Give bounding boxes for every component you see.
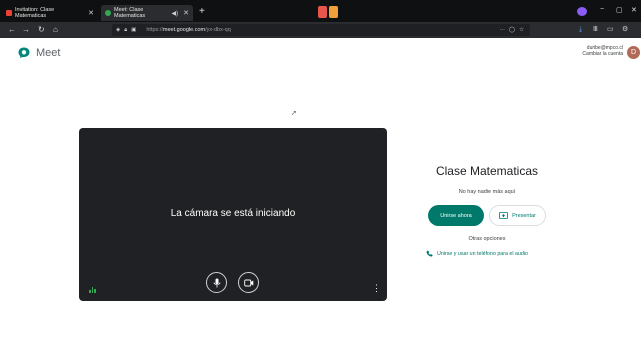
address-bar[interactable]: ◈ 🔒︎ ▣ https://meet.google.com/yx-dbx-qq… [112, 24, 530, 36]
camera-status-text: La cámara se está iniciando [170, 208, 296, 219]
microphone-icon [213, 278, 220, 287]
page-actions-icon[interactable]: ··· [499, 27, 505, 33]
meet-logo-icon [18, 47, 30, 58]
meeting-title: Clase Matematicas [435, 164, 539, 178]
camera-permission-icon[interactable]: ▣ [131, 27, 136, 33]
reload-icon[interactable]: ↻ [38, 24, 45, 36]
lock-icon[interactable]: 🔒︎ [124, 27, 127, 34]
extension-icon[interactable] [329, 6, 338, 18]
meeting-status: No hay nadie más aquí [458, 189, 516, 195]
join-now-button[interactable]: Unirse ahora [428, 205, 484, 226]
present-button[interactable]: Presentar [489, 205, 546, 226]
switch-account-link[interactable]: Cambiar la cuenta [567, 51, 623, 57]
close-window-button[interactable]: ✕ [631, 6, 637, 14]
avatar[interactable]: D [627, 46, 640, 59]
account-info[interactable]: duribe@mpco.cl Cambiar la cuenta [567, 45, 623, 57]
maximize-button[interactable]: ▢ [616, 6, 623, 14]
close-tab-icon[interactable]: ✕ [88, 9, 98, 17]
bookmark-star-icon[interactable]: ☆ [519, 27, 530, 33]
menu-icon[interactable]: ⚙ [622, 24, 628, 36]
url-text: https://meet.google.com/yx-dbx-qq [146, 27, 230, 33]
url-path: /yx-dbx-qq [205, 27, 231, 33]
new-tab-button[interactable]: + [199, 6, 205, 18]
microphone-toggle-button[interactable] [206, 272, 227, 293]
extension-icons[interactable] [318, 6, 340, 18]
present-label: Presentar [512, 212, 536, 219]
tab-invitation[interactable]: Invitation: Clase Matematicas ✕ [6, 6, 98, 20]
url-host: meet.google.com [162, 27, 206, 33]
sidebar-icon[interactable]: ▭ [607, 24, 614, 36]
library-icon[interactable]: Ⅲ [593, 24, 598, 36]
extension-icon[interactable] [318, 6, 327, 18]
pocket-icon[interactable]: ◯ [509, 27, 515, 33]
url-prefix: https:// [146, 27, 163, 33]
downloads-icon[interactable]: ⤓ [579, 24, 582, 36]
minimize-button[interactable]: − [600, 6, 604, 13]
back-icon[interactable]: ← [8, 24, 16, 36]
calendar-favicon-icon [6, 10, 12, 16]
camera-toggle-button[interactable] [238, 272, 259, 293]
audio-level-icon [89, 287, 96, 293]
home-icon[interactable]: ⌂ [53, 24, 58, 36]
phone-icon [426, 250, 433, 257]
camera-icon [243, 279, 253, 286]
phone-option-label: Unirse y usar un teléfono para el audio [437, 250, 528, 257]
tab-meet[interactable]: Meet: Clase Matematicas ◀) ✕ [101, 5, 193, 21]
shield-icon[interactable]: ◈ [116, 27, 120, 33]
close-tab-icon[interactable]: ✕ [183, 9, 193, 17]
tab-label: Invitation: Clase Matematicas [15, 7, 55, 19]
more-options-icon[interactable]: ⋮ [372, 283, 381, 293]
meet-favicon-icon [105, 10, 111, 16]
forward-icon[interactable]: → [22, 24, 30, 36]
profile-icon[interactable] [577, 7, 587, 16]
tab-label: Meet: Clase Matematicas [114, 7, 146, 19]
mouse-cursor-icon: ➚ [291, 110, 297, 117]
speaker-icon[interactable]: ◀) [172, 10, 179, 17]
present-screen-icon [499, 212, 508, 219]
other-options-label: Otras opciones [468, 236, 506, 242]
join-by-phone-link[interactable]: Unirse y usar un teléfono para el audio [426, 250, 554, 257]
app-title: Meet [36, 47, 61, 59]
